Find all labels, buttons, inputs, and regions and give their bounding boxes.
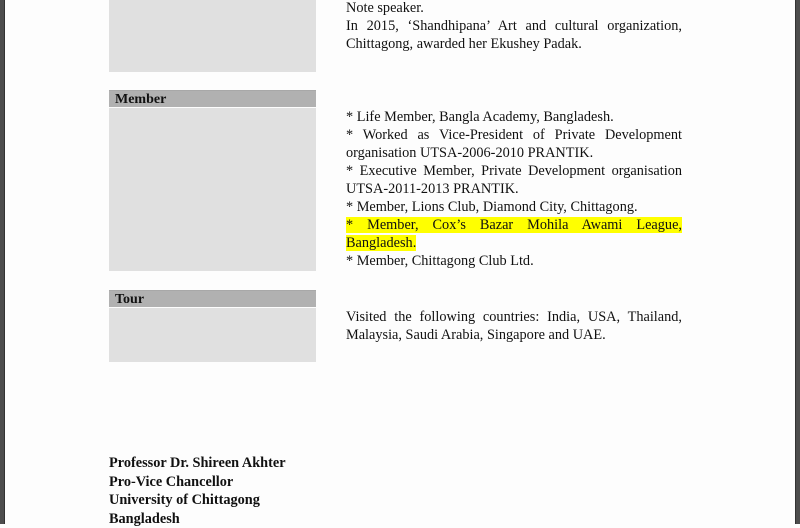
awards-label-box — [109, 0, 316, 72]
text-highlight: * Member, Cox’s Bazar Mohila Awami Leagu… — [346, 217, 682, 251]
member-label: Member — [109, 90, 316, 107]
member-item: * Worked as Vice-President of Private De… — [346, 126, 682, 162]
tour-text: Visited the following countries: India, … — [346, 308, 682, 344]
tour-paragraph: Visited the following countries: India, … — [346, 308, 682, 344]
awards-text: Note speaker. In 2015, ‘Shandhipana’ Art… — [346, 0, 682, 53]
member-item: * Life Member, Bangla Academy, Banglades… — [346, 108, 682, 126]
member-label-box — [109, 108, 316, 271]
member-item: * Member, Lions Club, Diamond City, Chit… — [346, 198, 682, 216]
member-item-highlighted: * Member, Cox’s Bazar Mohila Awami Leagu… — [346, 216, 682, 252]
member-list: * Life Member, Bangla Academy, Banglades… — [346, 108, 682, 270]
signature-block: Professor Dr. Shireen Akhter Pro-Vice Ch… — [109, 454, 286, 528]
signature-institution: University of Chittagong — [109, 491, 286, 510]
tour-label: Tour — [109, 290, 316, 307]
awards-line: In 2015, ‘Shandhipana’ Art and cultural … — [346, 17, 682, 53]
awards-line: Note speaker. — [346, 0, 682, 17]
tour-label-box — [109, 308, 316, 362]
window-frame-right — [795, 0, 800, 524]
signature-name: Professor Dr. Shireen Akhter — [109, 454, 286, 473]
signature-country: Bangladesh — [109, 510, 286, 528]
member-item: * Executive Member, Private Development … — [346, 162, 682, 198]
signature-title: Pro-Vice Chancellor — [109, 473, 286, 492]
member-item: * Member, Chittagong Club Ltd. — [346, 252, 682, 270]
